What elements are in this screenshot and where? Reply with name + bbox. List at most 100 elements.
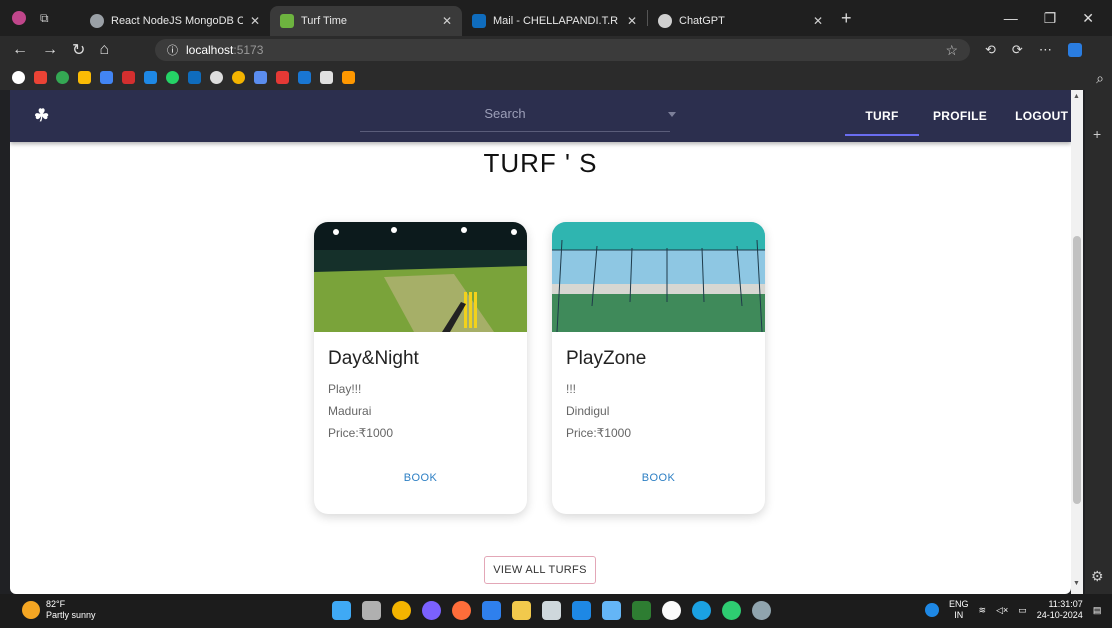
profile-avatar-icon[interactable]	[12, 11, 26, 25]
bookmark-icon[interactable]	[144, 70, 157, 84]
site-info-icon[interactable]: ⓘ	[167, 42, 178, 58]
tray-app-icon[interactable]	[925, 603, 939, 617]
scrollbar-thumb[interactable]	[1073, 236, 1081, 504]
system-clock[interactable]: 11:31:07 24-10-2024	[1037, 599, 1083, 621]
browser-toolbar: ← → ↻ ⌂ ⓘ localhost:5173 ☆ ⟲ ⟳ ⋯	[0, 36, 1112, 64]
bookmark-icon[interactable]	[56, 70, 69, 84]
close-tab-icon[interactable]: ✕	[627, 14, 637, 28]
word-icon[interactable]	[572, 601, 591, 620]
reload-icon[interactable]: ↻	[72, 40, 85, 60]
extensions-icon[interactable]: ⟲	[985, 42, 996, 58]
restore-icon[interactable]: ❐	[1044, 10, 1057, 27]
app-logo-icon[interactable]: ☘	[34, 106, 49, 126]
dreamweaver-icon[interactable]	[632, 601, 651, 620]
address-bar[interactable]: ⓘ localhost:5173 ☆	[155, 39, 970, 61]
github-desktop-icon[interactable]	[662, 601, 681, 620]
turf-card: Day&Night Play!!! Madurai Price:₹1000 BO…	[314, 222, 527, 514]
bookmark-icon[interactable]	[232, 70, 245, 84]
outlook-bookmark-icon[interactable]	[188, 70, 201, 84]
gemini-bookmark-icon[interactable]	[254, 70, 267, 84]
search-dropdown-icon[interactable]	[668, 112, 676, 117]
more-options-icon[interactable]: ⋯	[1039, 42, 1052, 58]
new-tab-icon[interactable]: +	[841, 8, 852, 29]
weather-widget[interactable]: 82°F Partly sunny	[22, 599, 96, 621]
book-button[interactable]: BOOK	[314, 472, 527, 484]
turf-name: Day&Night	[328, 348, 419, 369]
page-scrollbar[interactable]: ▲ ▼	[1071, 90, 1083, 594]
bookmark-icon[interactable]	[78, 70, 91, 84]
window-controls: — ❐ ✕	[1004, 0, 1112, 36]
tab-chatgpt[interactable]: ChatGPT ✕	[648, 6, 833, 36]
bookmarks-bar	[0, 64, 1112, 90]
nav-turf[interactable]: TURF	[845, 90, 919, 142]
search-input[interactable]	[360, 106, 650, 121]
heart-bookmark-icon[interactable]	[276, 70, 289, 84]
chrome-icon[interactable]	[392, 601, 411, 620]
bookmark-icon[interactable]	[342, 70, 355, 84]
whatsapp-icon[interactable]	[722, 601, 741, 620]
settings-gear-icon[interactable]: ⚙	[1091, 568, 1104, 585]
whatsapp-bookmark-icon[interactable]	[166, 70, 179, 84]
bookmark-icon[interactable]	[298, 70, 311, 84]
scroll-up-icon[interactable]: ▲	[1073, 93, 1080, 100]
tab-favicon-icon	[658, 14, 672, 28]
book-button[interactable]: BOOK	[552, 472, 765, 484]
favorite-star-icon[interactable]: ☆	[945, 42, 958, 59]
bookmark-icon[interactable]	[100, 70, 113, 84]
clock-time: 11:31:07	[1048, 599, 1083, 609]
workspaces-icon[interactable]: ⧉	[40, 11, 49, 26]
add-sidebar-app-icon[interactable]: +	[1093, 126, 1101, 142]
nav-logout[interactable]: LOGOUT	[1001, 90, 1071, 142]
wifi-icon[interactable]: ≋	[979, 605, 987, 616]
tab-outlook-mail[interactable]: Mail - CHELLAPANDI.T.R - Outloo ✕	[462, 6, 647, 36]
tab-favicon-icon	[90, 14, 104, 28]
toolbar-extensions: ⟲ ⟳ ⋯	[985, 36, 1082, 64]
clock-date: 24-10-2024	[1036, 610, 1083, 620]
toi-bookmark-icon[interactable]	[122, 70, 135, 84]
view-all-turfs-button[interactable]: VIEW ALL TURFS	[484, 556, 596, 584]
tab-title: Mail - CHELLAPANDI.T.R - Outloo	[493, 15, 620, 27]
notepad-icon[interactable]	[542, 601, 561, 620]
vscode-icon[interactable]	[482, 601, 501, 620]
close-tab-icon[interactable]: ✕	[813, 14, 823, 28]
copilot-app-icon[interactable]	[422, 601, 441, 620]
home-icon[interactable]: ⌂	[99, 41, 109, 59]
close-tab-icon[interactable]: ✕	[442, 14, 452, 28]
close-tab-icon[interactable]: ✕	[250, 14, 260, 28]
gmail-bookmark-icon[interactable]	[34, 70, 47, 84]
weather-condition: Partly sunny	[46, 610, 96, 620]
language-indicator[interactable]: ENG IN	[949, 599, 969, 621]
file-explorer-icon[interactable]	[512, 601, 531, 620]
tab-favicon-icon	[472, 14, 486, 28]
back-icon[interactable]: ←	[12, 41, 28, 59]
keyboard-region: IN	[954, 610, 964, 620]
task-view-icon[interactable]	[362, 601, 381, 620]
nav-links: TURF PROFILE LOGOUT	[845, 90, 1071, 142]
turf-description: Play!!!	[328, 382, 362, 396]
language-code: ENG	[949, 599, 969, 609]
scroll-down-icon[interactable]: ▼	[1073, 580, 1080, 587]
battery-icon[interactable]: ▭	[1018, 605, 1027, 616]
close-window-icon[interactable]: ✕	[1082, 10, 1094, 27]
chatgpt-bookmark-icon[interactable]	[210, 70, 223, 84]
settings-app-icon[interactable]	[752, 601, 771, 620]
notifications-icon[interactable]: ▤	[1093, 605, 1102, 616]
copilot-icon[interactable]	[1067, 43, 1082, 57]
system-tray: ENG IN ≋ ◁× ▭ 11:31:07 24-10-2024 ▤	[925, 599, 1101, 621]
nav-profile[interactable]: PROFILE	[919, 90, 1001, 142]
sidebar-search-icon[interactable]: ⌕	[1096, 70, 1104, 87]
firefox-icon[interactable]	[452, 601, 471, 620]
photos-icon[interactable]	[602, 601, 621, 620]
tab-favicon-icon	[280, 14, 294, 28]
history-icon[interactable]: ⟳	[1012, 42, 1023, 58]
tab-turf-time[interactable]: Turf Time ✕	[270, 6, 462, 36]
turf-location: Madurai	[328, 404, 372, 418]
tab-react-concept[interactable]: React NodeJS MongoDB Concept ✕	[80, 6, 270, 36]
edge-icon[interactable]	[692, 601, 711, 620]
volume-icon[interactable]: ◁×	[996, 605, 1008, 616]
minimize-icon[interactable]: —	[1004, 10, 1018, 26]
chat-bookmark-icon[interactable]	[320, 70, 333, 84]
google-bookmark-icon[interactable]	[12, 70, 25, 84]
start-menu-icon[interactable]	[332, 601, 351, 620]
forward-icon[interactable]: →	[42, 41, 58, 59]
